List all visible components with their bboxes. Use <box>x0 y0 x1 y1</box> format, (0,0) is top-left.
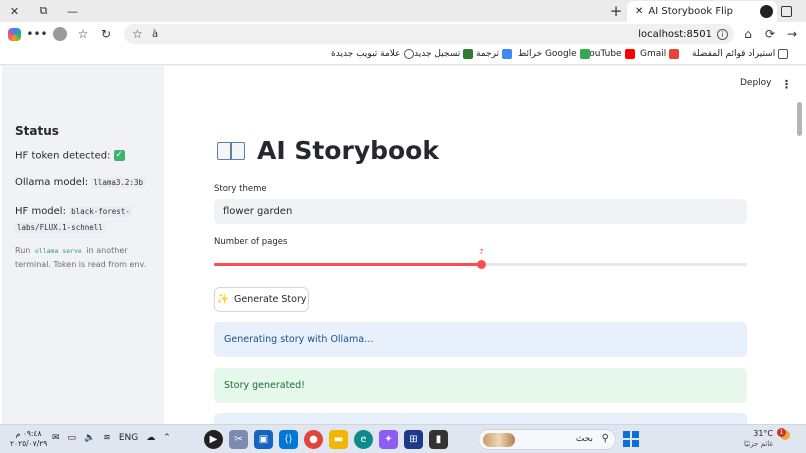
gmail-icon <box>669 49 680 59</box>
import-icon <box>778 49 789 59</box>
address-bar-row: ••• ☆ ↻ ☆ à localhost:8501 i ⌂ ⟳ → <box>0 22 806 46</box>
tab-title: AI Storybook Flip <box>648 6 733 17</box>
start-button[interactable] <box>623 431 639 447</box>
weather-widget[interactable]: 31°C غائم جزئيًا <box>744 429 773 449</box>
info-icon[interactable]: i <box>717 28 728 40</box>
story-theme-input[interactable]: flower garden <box>214 199 747 224</box>
desktop-icon[interactable]: ▣ <box>254 430 273 449</box>
onedrive-icon[interactable]: ☁ <box>146 433 155 443</box>
clock[interactable]: ٠٩:٤٨ م ٢٠٢٥/٠٧/٢٩ <box>10 429 47 449</box>
file-explorer-icon[interactable]: ▬ <box>329 430 348 449</box>
reload-icon[interactable]: ⟳ <box>760 24 780 44</box>
open-book-icon <box>217 140 247 162</box>
tab-actions-icon[interactable]: ⧉ <box>29 0 58 22</box>
tray-icons: ✉ ▭ 🔈 ≋ ENG ☁ ⌃ <box>52 433 171 443</box>
success-alert: Story generated! <box>214 368 747 403</box>
bookmark-new-tab[interactable]: علامة تبويب جديدة <box>331 49 414 59</box>
sparkles-icon: ✨ <box>216 294 229 305</box>
search-highlight-image <box>483 433 515 447</box>
hf-model-code-2: labs/FLUX.1-schnell <box>15 222 105 233</box>
info-alert: Generating story with Ollama… <box>214 322 747 357</box>
register-icon <box>463 49 474 59</box>
youtube-icon <box>624 49 635 59</box>
theme-label: Story theme <box>214 184 267 194</box>
page-title: AI Storybook <box>217 136 439 165</box>
tab-ai-storybook[interactable]: ✕ AI Storybook Flip <box>627 1 777 22</box>
sidebar-title: Status <box>15 124 59 138</box>
next-alert <box>214 413 747 424</box>
minimize-icon[interactable]: — <box>58 0 87 22</box>
bookmarks-bar: استيراد قوائم المفضلة Gmail YouTube Goog… <box>0 46 806 65</box>
home-icon[interactable]: ⌂ <box>738 24 758 44</box>
edge-icon[interactable]: e <box>354 430 373 449</box>
bookmark-register[interactable]: تسجيل جديد <box>414 49 474 59</box>
search-hint: à <box>152 28 159 40</box>
deploy-button[interactable]: Deploy <box>740 78 772 88</box>
slider-value: 7 <box>479 248 484 256</box>
bookmark-translate[interactable]: ترجمة <box>476 49 513 59</box>
vscode-icon[interactable]: ⟨⟩ <box>279 430 298 449</box>
ollama-model-status: Ollama model: llama3.2:3b <box>15 177 145 188</box>
add-favorite-icon[interactable]: ☆ <box>132 27 143 41</box>
refresh-icon[interactable]: ↻ <box>96 24 116 44</box>
translate-icon <box>502 49 513 59</box>
bookmark-youtube[interactable]: YouTube <box>585 49 635 59</box>
notification-icon[interactable]: ✉ <box>52 433 60 443</box>
terminal-icon[interactable]: ▮ <box>429 430 448 449</box>
ollama-model-code: llama3.2:3b <box>91 177 145 188</box>
more-menu-icon[interactable]: ••• <box>26 24 47 44</box>
back-icon[interactable]: → <box>782 24 802 44</box>
url-text[interactable]: localhost:8501 <box>638 29 712 40</box>
hf-token-status: HF token detected: ✓ <box>15 150 125 162</box>
slider-thumb[interactable] <box>477 260 486 269</box>
tab-close-icon[interactable]: ✕ <box>635 6 643 17</box>
scrollbar[interactable] <box>797 102 802 136</box>
bookmark-maps[interactable]: Google خرائط <box>518 49 590 59</box>
copilot-app-icon[interactable]: ✦ <box>379 430 398 449</box>
streamlit-page: Status HF token detected: ✓ Ollama model… <box>0 66 806 424</box>
hint-code: ollama serve <box>34 247 82 255</box>
wifi-icon[interactable]: ≋ <box>103 433 111 443</box>
new-tab-button[interactable]: + <box>606 0 626 22</box>
globe-icon <box>403 49 414 59</box>
pages-label: Number of pages <box>214 237 288 247</box>
browser-titlebar: ✕ ⧉ — + ✕ AI Storybook Flip <box>0 0 806 22</box>
search-icon: ⚲ <box>601 433 609 444</box>
url-box[interactable]: ☆ à localhost:8501 i <box>124 24 734 44</box>
snipping-tool-icon[interactable]: ✂ <box>229 430 248 449</box>
hf-model-status: HF model: black-forest- labs/FLUX.1-schn… <box>15 206 132 233</box>
profile-icon[interactable] <box>760 4 773 18</box>
chevron-up-icon[interactable]: ⌃ <box>163 433 171 443</box>
sidebar-hint: Run ollama serve in another terminal. To… <box>15 246 147 269</box>
copilot-icon[interactable] <box>4 24 24 44</box>
favorites-icon[interactable]: ☆ <box>73 24 93 44</box>
sidebar: Status HF token detected: ✓ Ollama model… <box>2 66 164 424</box>
store-icon[interactable]: ⊞ <box>404 430 423 449</box>
hf-model-code-1: black-forest- <box>69 206 132 217</box>
avatar[interactable] <box>50 24 70 44</box>
taskbar: ٠٩:٤٨ م ٢٠٢٥/٠٧/٢٩ ✉ ▭ 🔈 ≋ ENG ☁ ⌃ ▶ ✂ ▣… <box>0 424 806 453</box>
generate-story-button[interactable]: ✨ Generate Story <box>214 287 309 312</box>
tab-list-icon[interactable] <box>781 5 792 17</box>
main-menu-icon[interactable]: ⋮ <box>781 78 792 91</box>
media-player-icon[interactable]: ▶ <box>204 430 223 449</box>
volume-icon[interactable]: 🔈 <box>84 433 95 443</box>
check-icon: ✓ <box>113 150 125 161</box>
language-indicator[interactable]: ENG <box>119 433 138 443</box>
taskbar-search[interactable]: بحث ⚲ <box>478 429 616 450</box>
battery-icon[interactable]: ▭ <box>68 433 77 443</box>
taskbar-apps: ▶ ✂ ▣ ⟨⟩ ● ▬ e ✦ ⊞ ▮ <box>204 430 448 449</box>
slider-fill <box>214 263 481 266</box>
pages-slider[interactable] <box>214 260 747 269</box>
close-window-icon[interactable]: ✕ <box>0 0 29 22</box>
bookmark-import[interactable]: استيراد قوائم المفضلة <box>692 49 789 59</box>
weather-badge: 1 <box>777 428 786 437</box>
chrome-icon[interactable]: ● <box>304 430 323 449</box>
maps-icon <box>579 49 590 59</box>
bookmark-gmail[interactable]: Gmail <box>640 49 680 59</box>
